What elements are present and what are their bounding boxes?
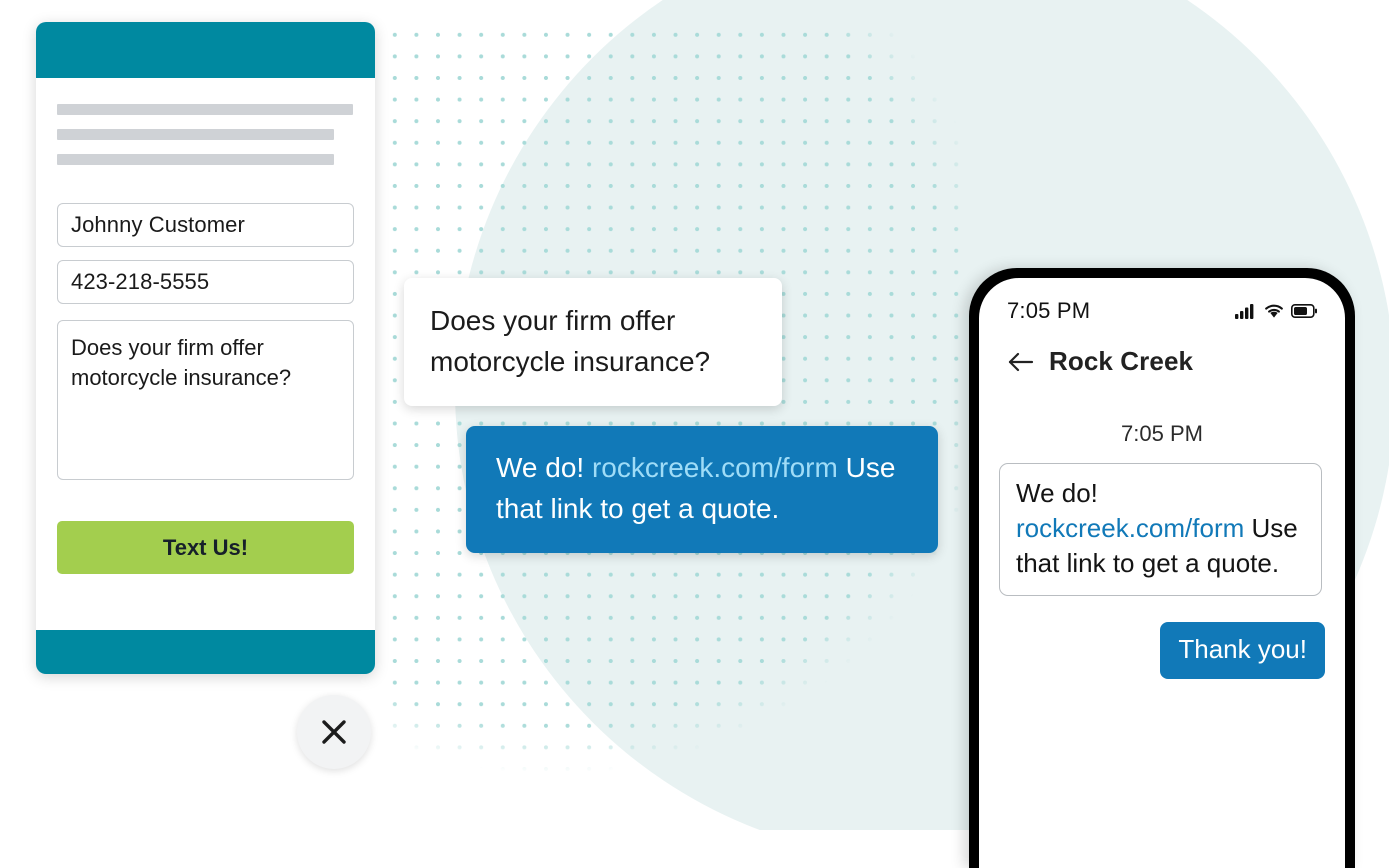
phone-inbound-bubble: We do! rockcreek.com/form Use that link … [999, 463, 1322, 596]
preview-outbound-prefix: We do! [496, 452, 592, 483]
thread-timestamp: 7:05 PM [1121, 421, 1203, 446]
status-bar-time: 7:05 PM [1007, 298, 1091, 323]
phone-mockup: 7:05 PM Rock Creek 7:05 PM We do! rockcr… [969, 268, 1355, 868]
skeleton-line-1 [57, 104, 353, 115]
phone-inbound-link[interactable]: rockcreek.com/form [1016, 513, 1244, 543]
preview-outbound-bubble: We do! rockcreek.com/form Use that link … [466, 426, 938, 553]
conversation-title: Rock Creek [1049, 346, 1194, 376]
name-input-value: Johnny Customer [71, 212, 245, 237]
widget-body: Johnny Customer 423-218-5555 Does your f… [36, 78, 375, 630]
close-icon [322, 720, 346, 744]
phone-outbound-bubble: Thank you! [1160, 622, 1325, 679]
message-textarea[interactable]: Does your firm offer motorcycle insuranc… [57, 320, 354, 480]
phone-status-bar: 7:05 PM [999, 278, 1325, 336]
preview-inbound-bubble: Does your firm offer motorcycle insuranc… [404, 278, 782, 406]
widget-footer-bar [36, 630, 375, 674]
close-widget-button[interactable] [297, 695, 371, 769]
text-us-button[interactable]: Text Us! [57, 521, 354, 574]
name-input[interactable]: Johnny Customer [57, 203, 354, 247]
cellular-signal-icon [1235, 304, 1254, 319]
phone-inbound-prefix: We do! [1016, 478, 1098, 508]
skeleton-line-3 [57, 154, 334, 165]
status-bar-icons [1235, 303, 1317, 319]
web-text-widget: Johnny Customer 423-218-5555 Does your f… [36, 22, 375, 674]
phone-input[interactable]: 423-218-5555 [57, 260, 354, 304]
preview-inbound-text: Does your firm offer motorcycle insuranc… [430, 305, 711, 377]
phone-screen: 7:05 PM Rock Creek 7:05 PM We do! rockcr… [979, 278, 1345, 868]
wifi-icon [1265, 304, 1283, 318]
skeleton-line-2 [57, 129, 334, 140]
phone-outbound-text: Thank you! [1178, 634, 1307, 664]
back-arrow-icon[interactable] [1007, 350, 1035, 374]
preview-outbound-link[interactable]: rockcreek.com/form [592, 452, 838, 483]
phone-input-value: 423-218-5555 [71, 269, 210, 294]
widget-header-bar [36, 22, 375, 78]
message-textarea-value: Does your firm offer motorcycle insuranc… [71, 335, 292, 390]
phone-nav-bar: Rock Creek [999, 336, 1325, 377]
battery-icon [1291, 304, 1317, 318]
